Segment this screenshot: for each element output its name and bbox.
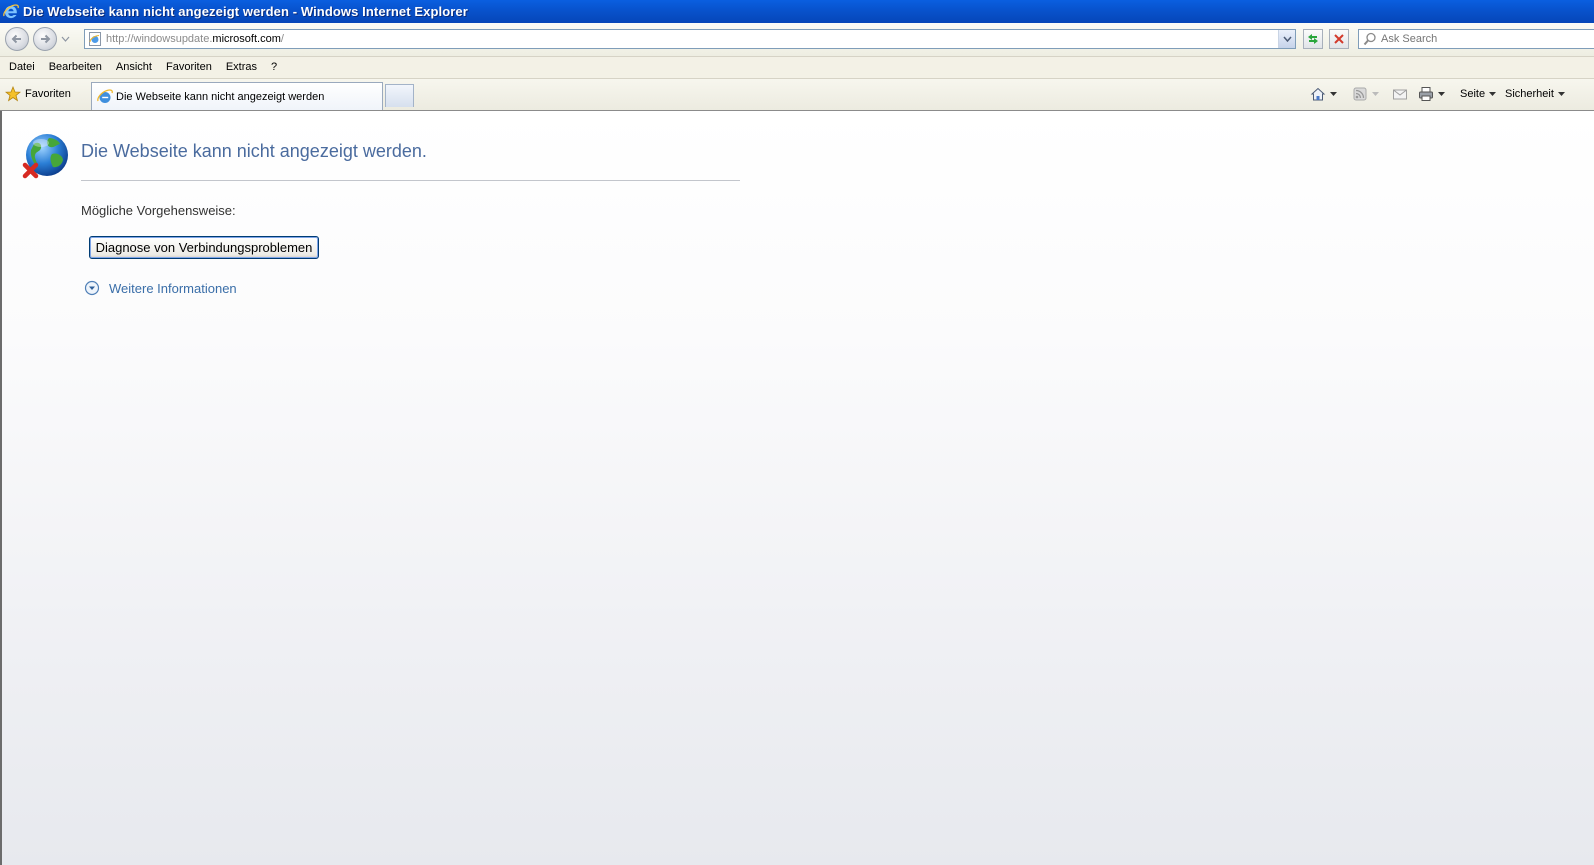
error-title: Die Webseite kann nicht angezeigt werden… [81,141,427,161]
window-title-bar[interactable]: Die Webseite kann nicht angezeigt werden… [0,0,1594,23]
menu-edit[interactable]: Bearbeiten [42,57,109,78]
arrow-left-icon [11,34,21,44]
globe-error-icon [22,134,68,179]
menu-file[interactable]: Datei [0,57,42,78]
new-tab-button[interactable] [385,84,414,107]
internet-explorer-icon [97,88,113,103]
home-icon [1310,87,1326,101]
tab-command-bar: Favoriten Die Webseite kann nicht angeze… [0,79,1594,111]
favorites-button[interactable]: Favoriten [5,85,71,103]
star-icon [5,86,21,102]
tab-label: Die Webseite kann nicht angezeigt werden [116,90,325,103]
search-input[interactable] [1381,33,1581,45]
forward-button[interactable] [33,27,57,51]
page-icon [89,32,101,46]
chevron-down-icon [1489,92,1497,96]
diagnose-connection-button[interactable]: Diagnose von Verbindungsproblemen [89,236,319,259]
internet-explorer-icon [3,3,19,18]
chevron-down-icon [1330,92,1337,96]
home-button[interactable] [1310,86,1337,102]
chevron-down-icon [1282,36,1292,42]
possible-actions-label: Mögliche Vorgehensweise: [81,203,236,218]
address-input[interactable]: http://windowsupdate.microsoft.com/ [84,29,1296,49]
tab-active[interactable]: Die Webseite kann nicht angezeigt werden [91,82,383,110]
feeds-button[interactable] [1352,86,1379,102]
menu-view[interactable]: Ansicht [109,57,159,78]
expand-circle-icon [84,280,100,296]
menu-help[interactable]: ? [264,57,284,78]
address-url: http://windowsupdate.microsoft.com/ [106,33,284,45]
menu-favorites[interactable]: Favoriten [159,57,219,78]
address-dropdown-button[interactable] [1278,30,1295,48]
page-menu-button[interactable]: Seite [1460,86,1497,102]
chevron-down-icon [1438,92,1445,96]
divider [81,180,740,181]
page-content: Die Webseite kann nicht angezeigt werden… [0,111,1594,865]
arrow-right-icon [41,34,51,44]
menu-tools[interactable]: Extras [219,57,264,78]
favorites-label: Favoriten [25,88,71,100]
security-menu-label: Sicherheit [1505,88,1554,100]
print-button[interactable] [1418,86,1445,102]
close-icon [1334,34,1344,44]
page-menu-label: Seite [1460,88,1486,100]
search-box[interactable] [1358,29,1594,49]
mail-icon [1393,89,1407,100]
more-information-link[interactable]: Weitere Informationen [84,280,237,296]
chevron-down-icon [1372,92,1379,96]
menu-bar: Datei Bearbeiten Ansicht Favoriten Extra… [0,57,1594,79]
printer-icon [1419,87,1433,101]
chevron-down-icon [1557,92,1565,96]
refresh-button[interactable] [1303,29,1323,49]
back-button[interactable] [5,27,29,51]
rss-feed-icon [1353,87,1367,101]
refresh-icon [1308,34,1318,44]
stop-button[interactable] [1329,29,1349,49]
window-title: Die Webseite kann nicht angezeigt werden… [23,4,468,19]
security-menu-button[interactable]: Sicherheit [1505,86,1565,102]
more-information-label: Weitere Informationen [109,280,237,296]
address-toolbar: http://windowsupdate.microsoft.com/ [0,23,1594,57]
search-icon [1363,32,1376,46]
read-mail-button[interactable] [1392,86,1408,102]
recent-pages-dropdown-icon[interactable] [61,35,70,43]
